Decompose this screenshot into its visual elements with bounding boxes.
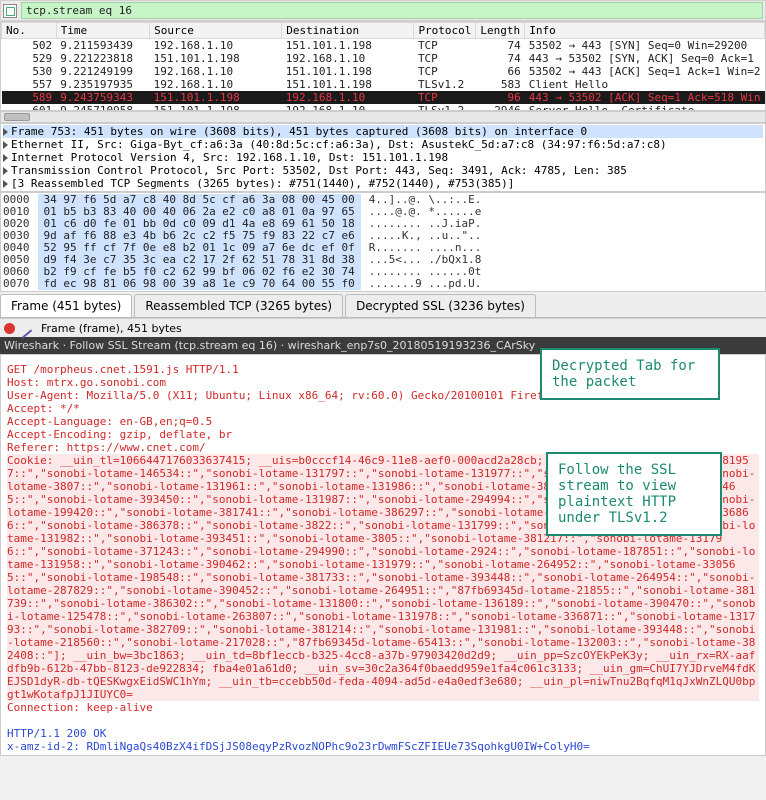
follow-ssl-stream[interactable]: GET /morpheus.cnet.1591.js HTTP/1.1Host:… (0, 354, 766, 756)
tree-row[interactable]: Frame 753: 451 bytes on wire (3608 bits)… (3, 125, 763, 138)
packet-row[interactable]: 5029.211593439192.168.1.10151.101.1.198T… (2, 39, 765, 53)
expert-info-icon[interactable] (4, 323, 15, 334)
tree-row[interactable]: Transmission Control Protocol, Src Port:… (3, 164, 763, 177)
status-text: Frame (frame), 451 bytes (41, 322, 182, 335)
packet-details-tree[interactable]: Frame 753: 451 bytes on wire (3608 bits)… (0, 123, 766, 192)
tree-row[interactable]: [3 Reassembled TCP Segments (3265 bytes)… (3, 177, 763, 190)
byte-view-tab[interactable]: Decrypted SSL (3236 bytes) (345, 294, 536, 317)
expand-icon[interactable] (3, 141, 8, 149)
tree-row[interactable]: Ethernet II, Src: Giga-Byt_cf:a6:3a (40:… (3, 138, 763, 151)
byte-view-tab[interactable]: Frame (451 bytes) (0, 294, 132, 317)
byte-view-tab[interactable]: Reassembled TCP (3265 bytes) (134, 294, 343, 317)
packet-row[interactable]: 5899.243759343151.101.1.198192.168.1.10T… (2, 91, 765, 104)
expand-icon[interactable] (3, 154, 8, 162)
packet-row[interactable]: 5579.235197935192.168.1.10151.101.1.198T… (2, 78, 765, 91)
colorize-icon[interactable] (21, 321, 35, 335)
packet-row[interactable]: 5309.221249199192.168.1.10151.101.1.198T… (2, 65, 765, 78)
bookmark-icon[interactable] (3, 4, 17, 18)
packet-row[interactable]: 5299.221223818151.101.1.198192.168.1.10T… (2, 52, 765, 65)
expand-icon[interactable] (3, 128, 8, 136)
status-bar: Frame (frame), 451 bytes (0, 318, 766, 337)
annotation-decrypted-tab: Decrypted Tab for the packet (540, 348, 720, 400)
packet-list[interactable]: No. Time Source Destination Protocol Len… (0, 21, 766, 111)
display-filter-input[interactable] (21, 2, 763, 19)
byte-view-tabs: Frame (451 bytes)Reassembled TCP (3265 b… (0, 294, 766, 318)
filter-bar (0, 0, 766, 21)
packet-bytes-hex[interactable]: 00000010002000300040005000600070 34 97 f… (0, 192, 766, 292)
tree-row[interactable]: Internet Protocol Version 4, Src: 192.16… (3, 151, 763, 164)
packet-row[interactable]: 6019.245710958151.101.1.198192.168.1.10T… (2, 104, 765, 111)
hscrollbar[interactable] (0, 111, 766, 123)
annotation-follow-ssl: Follow the SSL stream to view plaintext … (546, 452, 722, 536)
expand-icon[interactable] (3, 167, 8, 175)
expand-icon[interactable] (3, 180, 8, 188)
packet-list-header: No. Time Source Destination Protocol Len… (2, 23, 765, 39)
